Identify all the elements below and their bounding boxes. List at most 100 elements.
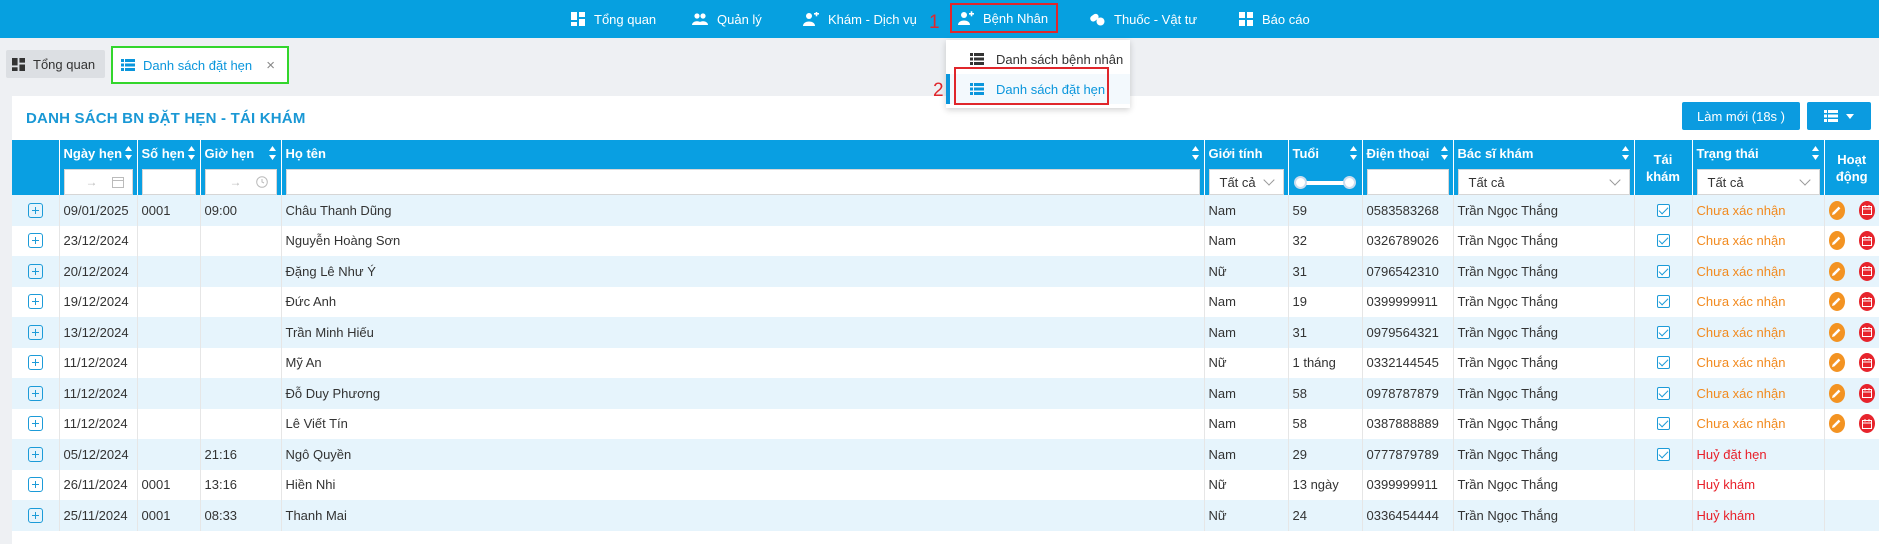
cell-revisit xyxy=(1634,378,1693,409)
sort-icon[interactable] xyxy=(1349,146,1357,160)
time-filter-input[interactable]: → xyxy=(204,169,277,195)
doctor-filter-select[interactable]: Tất cả xyxy=(1457,169,1630,195)
expand-row-icon[interactable] xyxy=(27,355,43,371)
column-toggle-button[interactable] xyxy=(1807,102,1871,130)
expand-row-icon[interactable] xyxy=(27,477,43,493)
col-age[interactable]: Tuổi xyxy=(1288,140,1363,195)
revisit-checkbox[interactable] xyxy=(1656,386,1670,400)
cell-num xyxy=(137,378,201,409)
age-range-slider[interactable] xyxy=(1293,169,1358,195)
cell-num: 0001 xyxy=(137,195,201,226)
menu-item-danh-sach-dat-hen[interactable]: Danh sách đặt hẹn xyxy=(946,74,1130,104)
revisit-checkbox[interactable] xyxy=(1656,325,1670,339)
tab-danh-sach-dat-hen[interactable]: Danh sách đặt hẹn × xyxy=(111,46,289,84)
cell-doctor: Trần Ngọc Thắng xyxy=(1453,439,1635,470)
edit-button[interactable] xyxy=(1828,383,1845,403)
col-date[interactable]: Ngày hẹn → xyxy=(59,140,138,195)
cell-status: Chưa xác nhận xyxy=(1692,347,1825,378)
table-row[interactable]: 11/12/2024 Mỹ An Nữ 1 tháng 0332144545 Trần N… xyxy=(12,347,1879,378)
table-row[interactable]: 19/12/2024 Đức Anh Nam 19 0399999911 Trần Ngọ… xyxy=(12,286,1879,317)
sort-icon[interactable] xyxy=(187,146,195,160)
name-filter-input[interactable] xyxy=(285,169,1200,195)
expand-cell xyxy=(12,317,60,348)
cell-num xyxy=(137,408,201,439)
date-filter-input[interactable]: → xyxy=(63,169,133,195)
calendar-cancel-button[interactable] xyxy=(1858,353,1875,373)
sort-icon[interactable] xyxy=(1811,146,1819,160)
revisit-checkbox[interactable] xyxy=(1656,264,1670,278)
table-row[interactable]: 13/12/2024 Trần Minh Hiếu Nam 31 0979564321 T… xyxy=(12,317,1879,348)
table-row[interactable]: 11/12/2024 Đỗ Duy Phương Nam 58 0978787879 Tr… xyxy=(12,378,1879,409)
cell-gender: Nam xyxy=(1204,408,1289,439)
status-filter-select[interactable]: Tất cả xyxy=(1696,169,1820,195)
nav-bao-cao[interactable]: Báo cáo xyxy=(1239,0,1310,38)
table-row[interactable]: 26/11/2024 0001 13:16 Hiền Nhi Nữ 13 ngày 0399… xyxy=(12,469,1879,500)
sort-icon[interactable] xyxy=(1621,146,1629,160)
calendar-cancel-button[interactable] xyxy=(1858,261,1875,281)
edit-button[interactable] xyxy=(1828,231,1845,251)
sort-icon[interactable] xyxy=(124,146,132,160)
col-phone[interactable]: Điện thoại xyxy=(1362,140,1454,195)
slider-handle-min[interactable] xyxy=(1293,176,1307,189)
revisit-checkbox[interactable] xyxy=(1656,295,1670,309)
close-icon[interactable]: × xyxy=(266,57,275,74)
expand-row-icon[interactable] xyxy=(27,294,43,310)
menu-item-danh-sach-benh-nhan[interactable]: Danh sách bệnh nhân xyxy=(946,44,1130,74)
table-row[interactable]: 11/12/2024 Lê Viết Tín Nam 58 0387888889 Trần… xyxy=(12,408,1879,439)
table-row[interactable]: 25/11/2024 0001 08:33 Thanh Mai Nữ 24 03364544… xyxy=(12,500,1879,531)
cell-date: 11/12/2024 xyxy=(59,347,138,378)
number-filter-input[interactable] xyxy=(141,169,196,195)
table-row[interactable]: 05/12/2024 21:16 Ngô Quyền Nam 29 0777879789 T… xyxy=(12,439,1879,470)
expand-row-icon[interactable] xyxy=(27,385,43,401)
edit-button[interactable] xyxy=(1828,292,1845,312)
calendar-cancel-button[interactable] xyxy=(1858,322,1875,342)
revisit-checkbox[interactable] xyxy=(1656,417,1670,431)
edit-button[interactable] xyxy=(1828,200,1845,220)
calendar-cancel-button[interactable] xyxy=(1858,200,1875,220)
sort-icon[interactable] xyxy=(1191,146,1199,160)
col-number[interactable]: Số hẹn xyxy=(137,140,201,195)
refresh-button[interactable]: Làm mới (18s ) xyxy=(1682,102,1800,130)
col-doctor[interactable]: Bác sĩ khám Tất cả xyxy=(1453,140,1635,195)
revisit-checkbox[interactable] xyxy=(1656,356,1670,370)
cell-actions xyxy=(1824,195,1879,226)
revisit-checkbox[interactable] xyxy=(1656,203,1670,217)
expand-row-icon[interactable] xyxy=(27,263,43,279)
table-row[interactable]: 20/12/2024 Đặng Lê Như Ý Nữ 31 0796542310 Trầ… xyxy=(12,256,1879,287)
nav-kham-dich-vu[interactable]: Khám - Dịch vụ xyxy=(803,0,917,38)
nav-benh-nhan[interactable]: Bệnh Nhân xyxy=(950,3,1059,33)
edit-button[interactable] xyxy=(1828,322,1845,342)
table-row[interactable]: 23/12/2024 Nguyễn Hoàng Sơn Nam 32 032678902… xyxy=(12,225,1879,256)
expand-row-icon[interactable] xyxy=(27,416,43,432)
revisit-checkbox[interactable] xyxy=(1656,447,1670,461)
nav-thuoc-vat-tu[interactable]: Thuốc - Vật tư xyxy=(1089,0,1197,38)
slider-handle-max[interactable] xyxy=(1342,176,1356,189)
tab-tong-quan[interactable]: Tổng quan xyxy=(6,50,106,78)
col-time[interactable]: Giờ hẹn → xyxy=(200,140,282,195)
expand-row-icon[interactable] xyxy=(27,233,43,249)
edit-button[interactable] xyxy=(1828,261,1845,281)
col-status[interactable]: Trạng thái Tất cả xyxy=(1692,140,1825,195)
nav-tong-quan[interactable]: Tổng quan xyxy=(571,0,656,38)
sort-icon[interactable] xyxy=(268,146,276,160)
calendar-cancel-button[interactable] xyxy=(1858,231,1875,251)
cell-age: 58 xyxy=(1288,378,1363,409)
expand-row-icon[interactable] xyxy=(27,507,43,523)
expand-row-icon[interactable] xyxy=(27,202,43,218)
gender-filter-select[interactable]: Tất cả xyxy=(1208,169,1284,195)
nav-quan-ly[interactable]: Quản lý xyxy=(692,0,762,38)
edit-button[interactable] xyxy=(1828,353,1845,373)
col-gender[interactable]: Giới tính Tất cả xyxy=(1204,140,1289,195)
edit-button[interactable] xyxy=(1828,414,1845,434)
phone-filter-input[interactable] xyxy=(1366,169,1449,195)
table-row[interactable]: 09/01/2025 0001 09:00 Châu Thanh Dũng Nam 59 0… xyxy=(12,195,1879,226)
expand-row-icon[interactable] xyxy=(27,324,43,340)
expand-row-icon[interactable] xyxy=(27,446,43,462)
calendar-cancel-button[interactable] xyxy=(1858,414,1875,434)
sort-icon[interactable] xyxy=(1440,146,1448,160)
cell-status: Chưa xác nhận xyxy=(1692,378,1825,409)
revisit-checkbox[interactable] xyxy=(1656,234,1670,248)
calendar-cancel-button[interactable] xyxy=(1858,292,1875,312)
col-name[interactable]: Họ tên xyxy=(281,140,1205,195)
calendar-cancel-button[interactable] xyxy=(1858,383,1875,403)
